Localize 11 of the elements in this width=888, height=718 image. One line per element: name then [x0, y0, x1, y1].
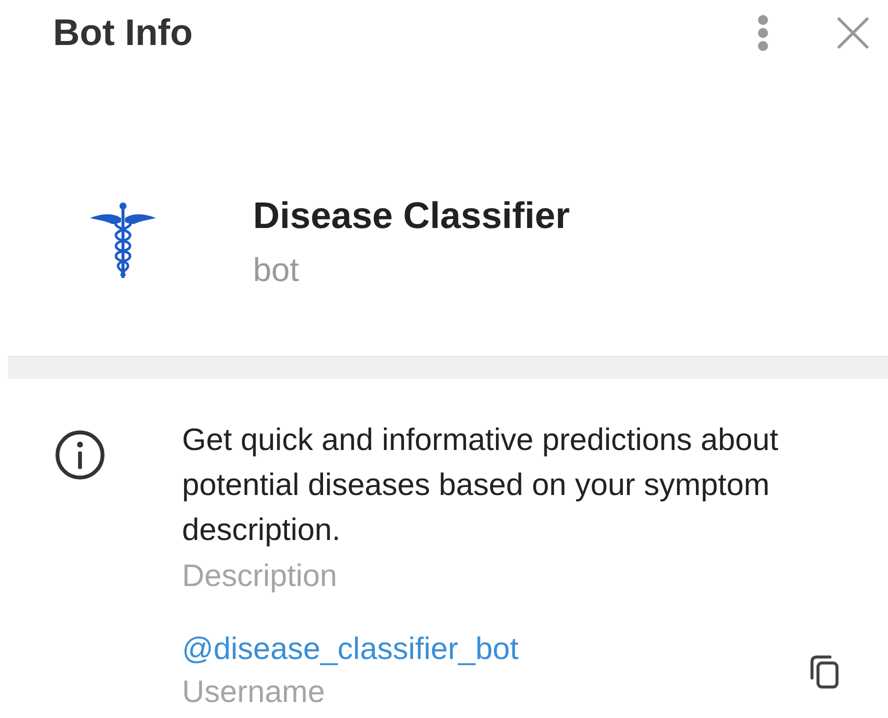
bot-subtitle: bot	[253, 251, 300, 289]
copy-icon[interactable]	[808, 654, 840, 690]
more-menu-icon[interactable]	[756, 13, 770, 53]
info-icon	[54, 429, 106, 481]
username-link[interactable]: @disease_classifier_bot	[182, 630, 822, 668]
close-icon[interactable]	[836, 16, 870, 50]
description-text: Get quick and informative predictions about potential diseases based on your symptom description.	[182, 421, 780, 549]
field-label: Username	[182, 674, 326, 710]
bot-name: Disease Classifier	[253, 195, 570, 237]
panel-title: Bot Info	[53, 12, 193, 54]
field-label: Description	[182, 558, 338, 594]
